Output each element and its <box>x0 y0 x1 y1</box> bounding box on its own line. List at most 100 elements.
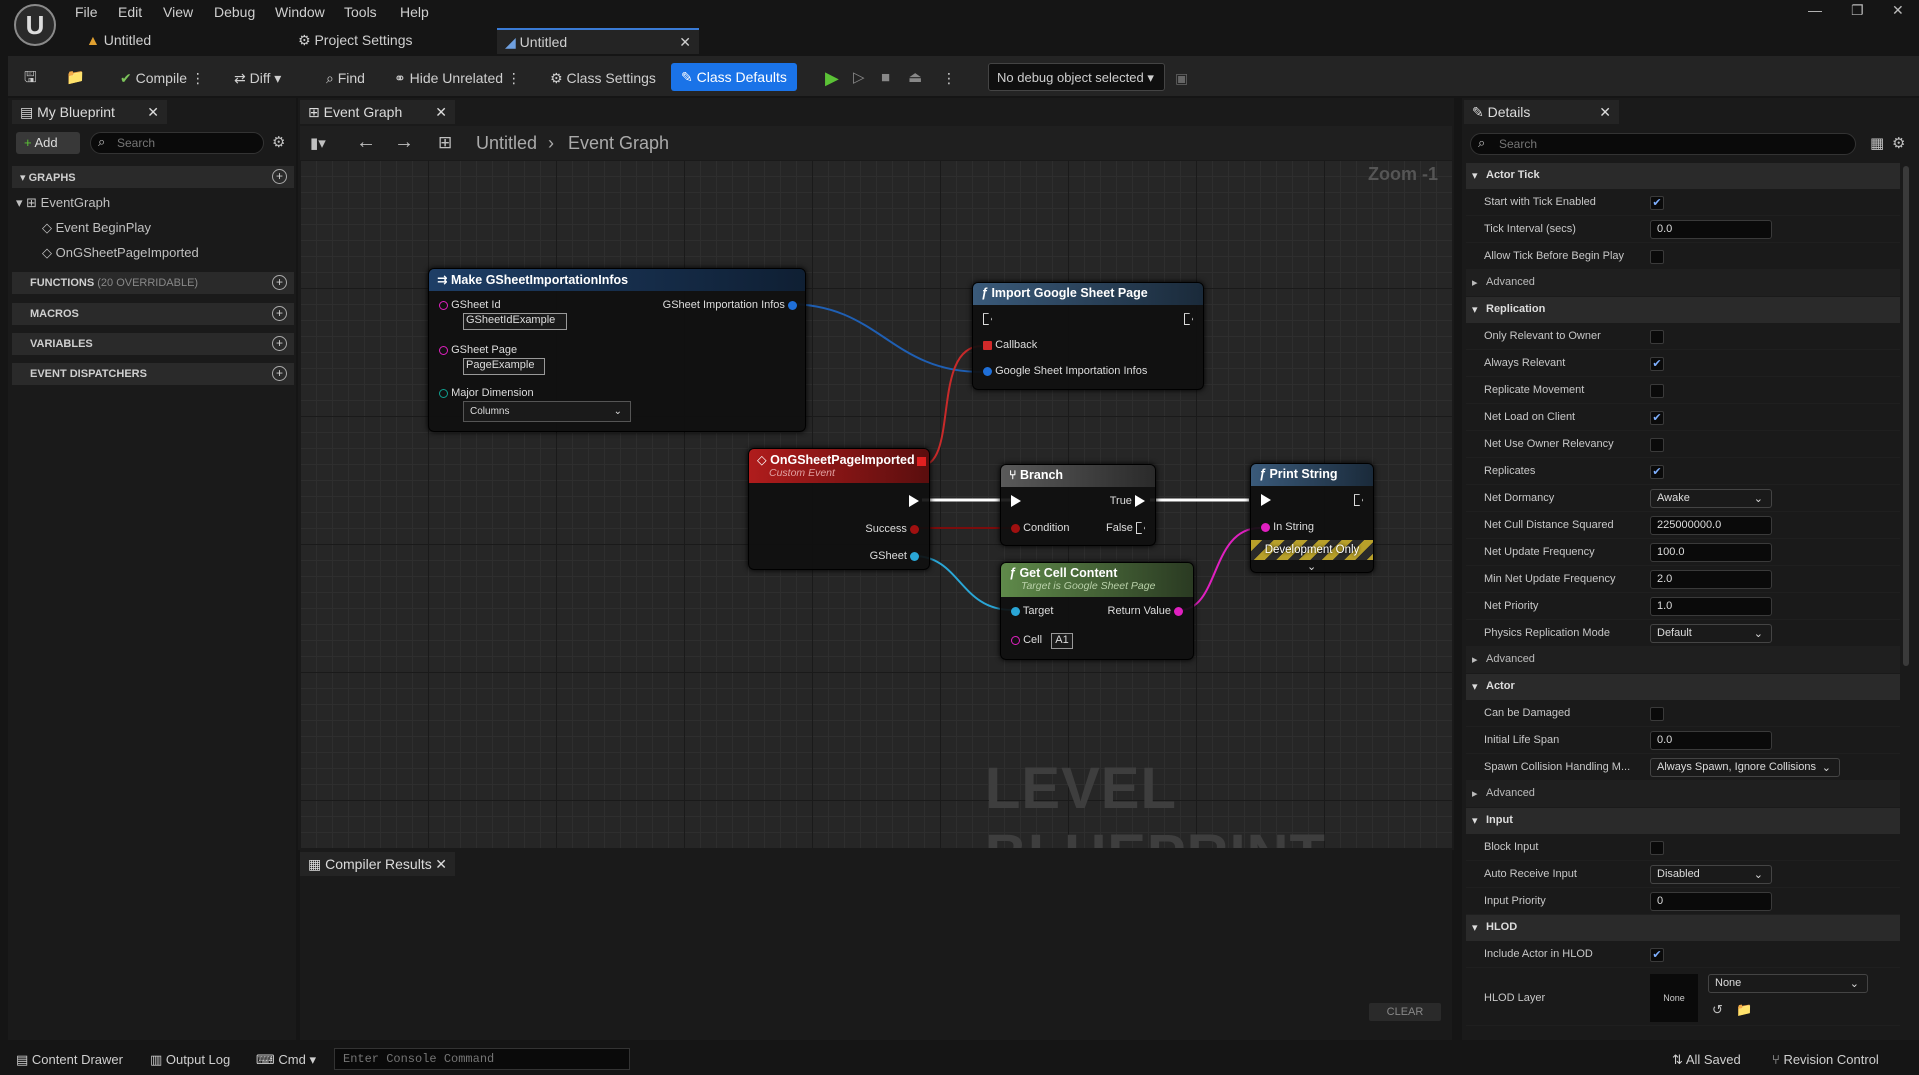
doc-tab-untitled-blueprint[interactable]: ◢ Untitled ✕ <box>497 28 699 54</box>
pin-target[interactable]: Target <box>1011 605 1053 617</box>
play-icon[interactable]: ▶ <box>825 67 839 89</box>
event-dispatchers-section[interactable]: EVENT DISPATCHERS <box>12 363 294 385</box>
always-relevant-checkbox[interactable]: ✔ <box>1650 357 1664 371</box>
pin-false[interactable]: False <box>1106 522 1145 535</box>
find-button[interactable]: ⌕ Find <box>326 67 365 89</box>
min-net-input[interactable]: 2.0 <box>1650 570 1772 589</box>
content-drawer-button[interactable]: ▤ Content Drawer <box>16 1052 123 1068</box>
event-graph-canvas[interactable]: Zoom -1 LEVEL BLUEPRINT ⇉ Make GSheetImp… <box>300 160 1452 848</box>
pin-in-string[interactable]: In String <box>1261 521 1314 533</box>
net-dormancy-dropdown[interactable]: Awake ⌄ <box>1650 489 1772 508</box>
menu-edit[interactable]: Edit <box>118 4 142 20</box>
menu-help[interactable]: Help <box>400 4 429 20</box>
cmd-dropdown[interactable]: ⌨ Cmd ▾ <box>256 1052 316 1068</box>
input-priority-input[interactable]: 0 <box>1650 892 1772 911</box>
close-panel-icon[interactable]: ✕ <box>147 104 159 121</box>
pin-exec-out[interactable] <box>1354 494 1363 507</box>
menu-view[interactable]: View <box>163 4 193 20</box>
add-variable-icon[interactable]: + <box>272 336 287 351</box>
debug-object-dropdown[interactable]: No debug object selected ▾ <box>988 63 1165 91</box>
net-cull-input[interactable]: 225000000.0 <box>1650 516 1772 535</box>
add-graph-icon[interactable]: + <box>272 169 287 184</box>
debug-filter-icon[interactable]: ▣ <box>1175 67 1188 89</box>
net-owner-checkbox[interactable] <box>1650 438 1664 452</box>
tree-ongsheetpageimported[interactable]: ◇ OnGSheetPageImported <box>42 245 199 261</box>
hlod-layer-dropdown[interactable]: None ⌄ <box>1708 974 1868 993</box>
tick-interval-input[interactable]: 0.0 <box>1650 220 1772 239</box>
section-hlod[interactable]: ▾ HLOD <box>1466 915 1900 941</box>
close-panel-icon[interactable]: ✕ <box>1599 104 1611 121</box>
pin-exec-in[interactable] <box>1261 494 1271 507</box>
wire-infos[interactable] <box>787 303 983 373</box>
close-window-icon[interactable]: ✕ <box>1892 2 1904 19</box>
save-icon[interactable]: 🖫 <box>24 67 37 89</box>
menu-tools[interactable]: Tools <box>344 4 377 20</box>
compile-button[interactable]: ✔ Compile ⋮ <box>120 67 205 89</box>
node-header[interactable]: ⇉ Make GSheetImportationInfos <box>429 269 805 291</box>
node-make-gsheet-importation-infos[interactable]: ⇉ Make GSheetImportationInfos GSheet Id … <box>428 268 806 432</box>
node-print-string[interactable]: ƒ Print String In String Development Onl… <box>1250 463 1374 573</box>
pin-return-value[interactable]: Return Value <box>1108 605 1183 617</box>
details-search-input[interactable] <box>1470 133 1856 155</box>
play-options-icon[interactable]: ⋮ <box>942 67 956 89</box>
spawn-coll-dropdown[interactable]: Always Spawn, Ignore Collisions ⌄ <box>1650 758 1840 777</box>
cell-input[interactable]: A1 <box>1051 633 1073 649</box>
add-macro-icon[interactable]: + <box>272 306 287 321</box>
compiler-results-tab[interactable]: ▦ Compiler Results ✕ <box>300 852 455 876</box>
pin-condition[interactable]: Condition <box>1011 522 1070 534</box>
expand-chevron-icon[interactable]: ⌄ <box>1307 560 1316 573</box>
add-dispatcher-icon[interactable]: + <box>272 366 287 381</box>
add-function-icon[interactable]: + <box>272 275 287 290</box>
section-input[interactable]: ▾ Input <box>1466 808 1900 834</box>
pin-gsheet-id[interactable]: GSheet Id <box>439 299 501 311</box>
delegate-out-icon[interactable] <box>917 457 926 466</box>
net-update-input[interactable]: 100.0 <box>1650 543 1772 562</box>
blueprint-search-input[interactable] <box>90 132 264 154</box>
menu-debug[interactable]: Debug <box>214 4 255 20</box>
major-dimension-dropdown[interactable]: Columns ⌄ <box>463 401 631 422</box>
node-header[interactable]: ƒ Print String <box>1251 464 1373 486</box>
variables-section[interactable]: VARIABLES <box>12 333 294 355</box>
my-blueprint-tab[interactable]: ▤ My Blueprint ✕ <box>12 100 167 124</box>
pin-callback[interactable]: Callback <box>983 339 1037 351</box>
gsheet-page-input[interactable]: PageExample <box>463 358 545 375</box>
menu-window[interactable]: Window <box>275 4 325 20</box>
node-import-google-sheet-page[interactable]: ƒ Import Google Sheet Page Callback Goog… <box>972 282 1204 390</box>
unreal-logo-icon[interactable]: U <box>14 4 56 46</box>
can-damaged-checkbox[interactable] <box>1650 707 1664 721</box>
block-input-checkbox[interactable] <box>1650 841 1664 855</box>
physics-rep-dropdown[interactable]: Default ⌄ <box>1650 624 1772 643</box>
step-icon[interactable]: ▷ <box>853 67 865 89</box>
reset-arrow-icon[interactable]: ↺ <box>1712 1002 1723 1018</box>
advanced-actor-tick[interactable]: ▸ Advanced <box>1466 270 1900 296</box>
node-branch[interactable]: ⑂ Branch True Condition False <box>1000 464 1156 546</box>
class-defaults-button[interactable]: ✎ Class Defaults <box>671 63 797 91</box>
back-arrow-icon[interactable]: ← <box>356 131 376 154</box>
pin-success[interactable]: Success <box>865 523 919 535</box>
hide-unrelated-button[interactable]: ⚭ Hide Unrelated ⋮ <box>394 67 521 89</box>
tree-eventgraph[interactable]: ▾ ⊞ EventGraph <box>16 195 110 211</box>
functions-section[interactable]: FUNCTIONS (20 OVERRIDABLE) <box>12 272 294 294</box>
node-on-gsheet-page-imported[interactable]: ◇ OnGSheetPageImported Custom Event Succe… <box>748 448 930 570</box>
pin-exec-in[interactable] <box>1011 495 1021 508</box>
eject-icon[interactable]: ⏏ <box>908 67 922 89</box>
pin-cell[interactable]: Cell <box>1011 634 1042 646</box>
event-graph-tab[interactable]: ⊞ Event Graph ✕ <box>300 100 455 124</box>
pin-gsheet[interactable]: GSheet <box>870 550 919 562</box>
life-span-input[interactable]: 0.0 <box>1650 731 1772 750</box>
property-matrix-icon[interactable]: ▦ <box>1870 134 1884 152</box>
macros-section[interactable]: MACROS <box>12 303 294 325</box>
bookmark-icon[interactable]: ▮▾ <box>310 134 326 152</box>
stop-icon[interactable]: ■ <box>881 67 890 89</box>
section-actor-tick[interactable]: ▾ Actor Tick <box>1466 163 1900 189</box>
advanced-replication[interactable]: ▸ Advanced <box>1466 647 1900 673</box>
node-header[interactable]: ⑂ Branch <box>1001 465 1155 487</box>
tree-event-beginplay[interactable]: ◇ Event BeginPlay <box>42 220 151 236</box>
net-load-checkbox[interactable]: ✔ <box>1650 411 1664 425</box>
hlod-thumbnail[interactable]: None <box>1650 974 1698 1022</box>
pin-true[interactable]: True <box>1110 495 1145 508</box>
clear-button[interactable]: CLEAR <box>1369 1003 1441 1021</box>
pin-exec-in[interactable] <box>983 313 992 326</box>
gsheet-id-input[interactable]: GSheetIdExample <box>463 313 567 330</box>
start-tick-checkbox[interactable]: ✔ <box>1650 196 1664 210</box>
